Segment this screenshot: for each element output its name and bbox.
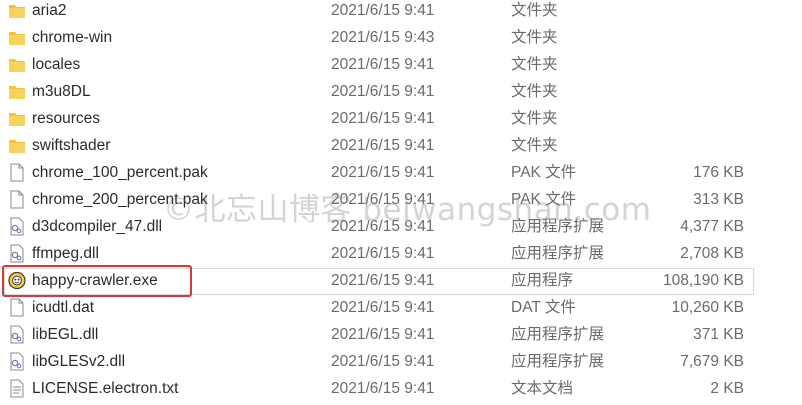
file-size: 7,679 KB [680, 353, 744, 370]
file-size: 371 KB [693, 326, 744, 343]
file-name: LICENSE.electron.txt [32, 380, 179, 397]
list-item[interactable]: ffmpeg.dll 2021/6/15 9:41 应用程序扩展 2,708 K… [0, 240, 802, 267]
list-item[interactable]: chrome_100_percent.pak 2021/6/15 9:41 PA… [0, 159, 802, 186]
file-type: 文件夹 [511, 83, 558, 100]
list-item[interactable]: icudtl.dat 2021/6/15 9:41 DAT 文件 10,260 … [0, 294, 802, 321]
text-file-icon [10, 379, 24, 398]
file-type: 文件夹 [511, 29, 558, 46]
file-name: chrome_100_percent.pak [32, 164, 208, 181]
file-icon [10, 298, 24, 317]
list-item[interactable]: swiftshader 2021/6/15 9:41 文件夹 [0, 132, 802, 159]
list-item[interactable]: libEGL.dll 2021/6/15 9:41 应用程序扩展 371 KB [0, 321, 802, 348]
dll-icon [10, 325, 24, 344]
file-name: swiftshader [32, 137, 111, 154]
file-name: icudtl.dat [32, 299, 95, 316]
list-item[interactable]: resources 2021/6/15 9:41 文件夹 [0, 105, 802, 132]
file-date: 2021/6/15 9:41 [331, 380, 435, 397]
file-list: aria2 2021/6/15 9:41 文件夹 chrome-win 2021… [0, 0, 802, 405]
file-type: 应用程序扩展 [511, 245, 605, 262]
list-item[interactable]: aria2 2021/6/15 9:41 文件夹 [0, 0, 802, 24]
file-name: libGLESv2.dll [32, 353, 126, 370]
file-name: chrome-win [32, 29, 113, 46]
list-item[interactable]: chrome-win 2021/6/15 9:43 文件夹 [0, 24, 802, 51]
folder-icon [9, 5, 25, 18]
file-size: 4,377 KB [680, 218, 744, 235]
file-name: m3u8DL [32, 83, 91, 100]
file-name: libEGL.dll [32, 326, 99, 343]
file-date: 2021/6/15 9:41 [331, 83, 435, 100]
file-date: 2021/6/15 9:41 [331, 110, 435, 127]
list-item[interactable]: LICENSE.electron.txt 2021/6/15 9:41 文本文档… [0, 375, 802, 402]
file-type: 文件夹 [511, 2, 558, 19]
dll-icon [10, 217, 24, 236]
file-type: 文本文档 [511, 380, 574, 397]
file-icon [10, 190, 24, 209]
file-date: 2021/6/15 9:41 [331, 245, 435, 262]
folder-icon [9, 59, 25, 72]
file-size: 108,190 KB [662, 272, 744, 289]
file-date: 2021/6/15 9:41 [331, 2, 435, 19]
list-item[interactable]: m3u8DL 2021/6/15 9:41 文件夹 [0, 78, 802, 105]
file-size: 176 KB [693, 164, 744, 181]
file-name: locales [32, 56, 81, 73]
file-type: 应用程序扩展 [511, 326, 605, 343]
file-date: 2021/6/15 9:41 [331, 353, 435, 370]
file-size: 2 KB [710, 380, 744, 397]
dll-icon [10, 244, 24, 263]
folder-icon [9, 113, 25, 126]
folder-icon [9, 86, 25, 99]
file-type: PAK 文件 [511, 164, 577, 181]
file-date: 2021/6/15 9:41 [331, 272, 435, 289]
folder-icon [9, 32, 25, 45]
file-date: 2021/6/15 9:43 [331, 29, 435, 46]
file-date: 2021/6/15 9:41 [331, 56, 435, 73]
file-type: 文件夹 [511, 110, 558, 127]
annotation-highlight-box [2, 265, 192, 297]
file-type: DAT 文件 [511, 299, 576, 316]
file-name: ffmpeg.dll [32, 245, 99, 262]
file-size: 313 KB [693, 191, 744, 208]
file-name: d3dcompiler_47.dll [32, 218, 163, 235]
file-type: 应用程序 [511, 272, 574, 289]
folder-icon [9, 140, 25, 153]
list-item[interactable]: locales 2021/6/15 9:41 文件夹 [0, 51, 802, 78]
file-type: 文件夹 [511, 56, 558, 73]
file-date: 2021/6/15 9:41 [331, 164, 435, 181]
file-size: 10,260 KB [671, 299, 744, 316]
list-item[interactable]: libGLESv2.dll 2021/6/15 9:41 应用程序扩展 7,67… [0, 348, 802, 375]
file-size: 2,708 KB [680, 245, 744, 262]
file-name: resources [32, 110, 101, 127]
file-type: 文件夹 [511, 137, 558, 154]
file-type: 应用程序扩展 [511, 353, 605, 370]
file-date: 2021/6/15 9:41 [331, 299, 435, 316]
file-name: aria2 [32, 2, 67, 19]
file-date: 2021/6/15 9:41 [331, 137, 435, 154]
watermark: ©北忘山博客 beiwangshan.com [163, 192, 652, 228]
dll-icon [10, 352, 24, 371]
file-icon [10, 163, 24, 182]
file-date: 2021/6/15 9:41 [331, 326, 435, 343]
